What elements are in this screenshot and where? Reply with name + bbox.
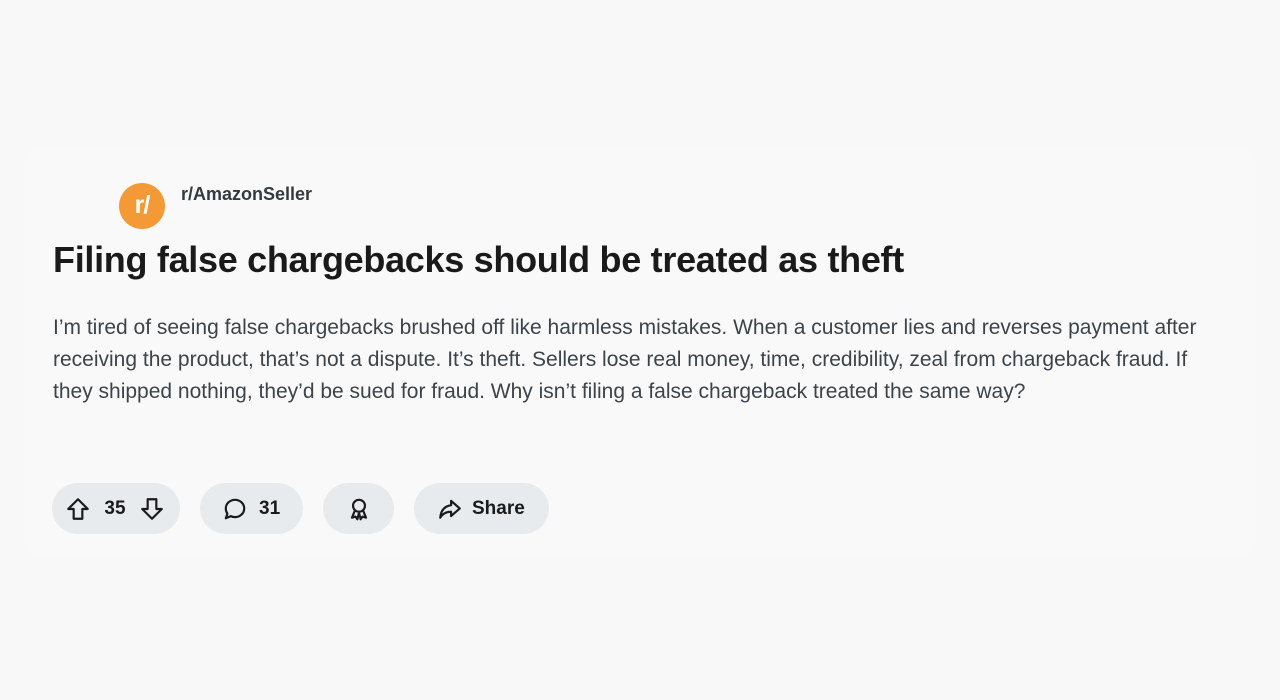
share-label: Share [472,497,525,519]
speech-bubble-icon [221,495,249,523]
share-button[interactable]: Share [414,483,549,534]
post-title[interactable]: Filing false chargebacks should be treat… [53,239,904,281]
vote-control: 35 [52,483,180,534]
post-actions: 35 31 Share [52,483,549,534]
post-header: r/ r/AmazonSeller [119,183,312,229]
subreddit-name[interactable]: r/AmazonSeller [181,184,312,205]
post-body: I’m tired of seeing false chargebacks br… [53,316,1197,403]
share-arrow-icon [436,495,464,523]
comment-count: 31 [259,497,281,519]
award-ribbon-icon [345,495,373,523]
subreddit-avatar-glyph: r/ [134,190,151,219]
vote-count: 35 [104,497,126,519]
arrow-up-icon[interactable] [64,495,92,523]
award-button[interactable] [323,483,394,534]
arrow-down-icon[interactable] [138,495,166,523]
subreddit-avatar[interactable]: r/ [119,183,165,229]
comments-button[interactable]: 31 [200,483,303,534]
